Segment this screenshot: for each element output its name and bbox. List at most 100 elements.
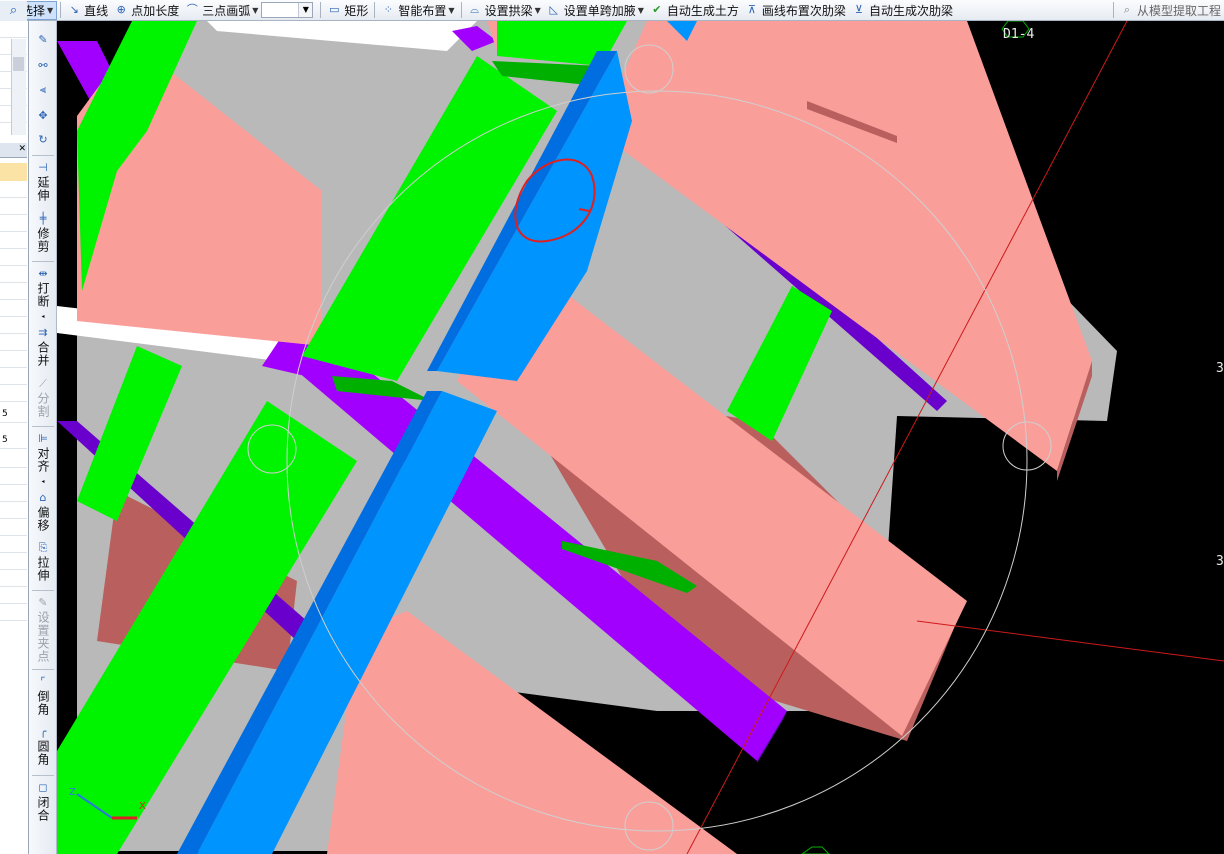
trim-tool[interactable]: ╪ 修剪	[30, 212, 56, 253]
scrollbar-thumb[interactable]	[13, 57, 24, 71]
smart-layout-button[interactable]: ⁘ 智能布置 ▼	[378, 1, 457, 20]
table-row[interactable]	[0, 385, 27, 402]
chevron-down-icon[interactable]: ▼	[298, 3, 313, 17]
list-item[interactable]	[0, 21, 27, 38]
haunch-icon: ◺	[549, 3, 558, 16]
table-row[interactable]	[0, 351, 27, 368]
line-tool-button[interactable]: ↘ 直线	[64, 1, 111, 20]
align-icon: ⊫	[38, 432, 48, 445]
rotate-tool[interactable]: ↻	[30, 133, 56, 148]
close-shape-icon: ◻	[38, 781, 48, 794]
draw-secondary-rib-button[interactable]: ⊼ 画线布置次肋梁	[742, 1, 849, 20]
table-row[interactable]	[0, 198, 27, 215]
axis-z-label: Z	[69, 787, 76, 798]
table-row[interactable]	[0, 368, 27, 385]
axis-grid-label: 3	[1216, 361, 1224, 376]
table-row[interactable]	[0, 334, 27, 351]
draw-mode-dropdown[interactable]: ▼	[261, 2, 314, 18]
panel-header: ✕	[0, 143, 27, 158]
table-row[interactable]	[0, 502, 27, 519]
table-row[interactable]	[0, 587, 27, 604]
table-row[interactable]	[0, 181, 27, 198]
split-icon: ⟋	[39, 377, 47, 390]
brush-tool[interactable]: ✎	[30, 33, 56, 48]
toolbar-separator	[460, 2, 462, 18]
selected-row[interactable]	[0, 163, 27, 181]
set-arch-beam-button[interactable]: ⌓ 设置拱梁 ▼	[465, 1, 544, 20]
point-length-tool-button[interactable]: ⊕ 点加长度	[111, 1, 182, 20]
offset-icon: ⌂	[39, 491, 47, 504]
chevron-down-icon[interactable]: ▼	[252, 6, 258, 15]
toolbar-separator	[32, 775, 54, 776]
smart-layout-icon: ⁘	[383, 3, 393, 16]
table-row[interactable]	[0, 317, 27, 334]
earthwork-icon: ✔	[652, 3, 662, 16]
rect-tool-button[interactable]: ▭ 矩形	[324, 1, 371, 20]
table-row[interactable]	[0, 485, 27, 502]
toolbar-separator	[374, 2, 376, 18]
point-length-icon: ⊕	[116, 3, 126, 16]
chevron-down-icon[interactable]: ▼	[535, 6, 541, 15]
brush-icon: ✎	[38, 33, 48, 46]
axis-marker	[801, 846, 830, 854]
table-row[interactable]	[0, 249, 27, 266]
fillet-tool[interactable]: ╭ 圆角	[30, 725, 56, 766]
three-point-arc-tool-button[interactable]: ⌒ 三点画弧 ▼	[182, 1, 261, 20]
3d-model-viewport[interactable]: Z X D1-4 3 3	[57, 21, 1224, 854]
table-row[interactable]	[0, 604, 27, 621]
fillet-icon: ╭	[39, 725, 47, 738]
toolbar-separator	[32, 155, 54, 156]
chevron-down-icon[interactable]: ◂	[41, 313, 44, 320]
axis-x-label: X	[139, 801, 146, 812]
chamfer-tool[interactable]: ⌜ 倒角	[30, 675, 56, 716]
model-scene[interactable]: Z X	[57, 21, 1224, 854]
chamfer-icon: ⌜	[40, 675, 46, 688]
extract-from-model-button[interactable]: ⌕ 从模型提取工程	[1117, 1, 1224, 20]
table-row[interactable]	[0, 283, 27, 300]
table-row[interactable]	[0, 232, 27, 249]
toolbar-separator	[32, 261, 54, 262]
stretch-icon: ⎘	[38, 541, 48, 554]
set-clip-point-tool: ✎ 设置夹点	[36, 596, 50, 663]
panel-scrollbar[interactable]	[11, 39, 26, 135]
table-row[interactable]	[0, 300, 27, 317]
move-tool[interactable]: ✥	[30, 109, 56, 124]
merge-icon: ⇉	[38, 326, 48, 339]
close-icon[interactable]: ✕	[18, 143, 26, 156]
table-row[interactable]	[0, 451, 27, 468]
mirror-tool[interactable]: ⫷	[30, 83, 56, 98]
search-icon[interactable]: ⌕	[0, 1, 27, 21]
table-row[interactable]	[0, 519, 27, 536]
table-row[interactable]	[0, 215, 27, 232]
table-row[interactable]: 5	[0, 406, 27, 423]
table-row[interactable]: 5	[0, 432, 27, 449]
auto-secondary-rib-button[interactable]: ⊻ 自动生成次肋梁	[849, 1, 956, 20]
main-toolbar: ↖选择▼ ↘直线 ⊕点加长度 ⌒三点画弧▼ ▼ ▭矩形 ⁘智能布置▼ ⌓设置拱梁…	[0, 0, 1224, 21]
arch-beam-icon: ⌓	[470, 3, 479, 16]
merge-tool[interactable]: ⇉ 合并	[30, 326, 56, 367]
chevron-down-icon[interactable]: ▼	[47, 6, 53, 15]
move-icon: ✥	[38, 109, 48, 122]
set-single-span-haunch-button[interactable]: ◺ 设置单跨加腋 ▼	[544, 1, 647, 20]
chevron-down-icon[interactable]: ▼	[638, 6, 644, 15]
extend-tool[interactable]: ⊣ 延伸	[30, 161, 56, 202]
table-row[interactable]	[0, 468, 27, 485]
close-tool[interactable]: ◻ 闭合	[30, 781, 56, 822]
auto-earthwork-button[interactable]: ✔ 自动生成土方	[647, 1, 742, 20]
toolbar-separator	[32, 590, 54, 591]
table-row[interactable]	[0, 536, 27, 553]
search-icon: ⌕	[1123, 3, 1131, 16]
toolbar-separator	[32, 669, 54, 670]
chevron-down-icon[interactable]: ▼	[448, 6, 454, 15]
table-row[interactable]	[0, 570, 27, 587]
chevron-down-icon[interactable]: ◂	[41, 478, 44, 485]
table-row[interactable]	[0, 553, 27, 570]
align-tool[interactable]: ⊫ 对齐 ◂	[30, 432, 56, 488]
rotate-icon: ↻	[38, 133, 48, 146]
stretch-tool[interactable]: ⎘ 拉伸	[30, 541, 56, 582]
toolbar-separator	[32, 426, 54, 427]
copy-tool[interactable]: ⚯	[30, 59, 56, 74]
offset-tool[interactable]: ⌂ 偏移	[30, 491, 56, 532]
table-row[interactable]	[0, 266, 27, 283]
break-tool[interactable]: ⇹ 打断 ◂	[30, 267, 56, 323]
